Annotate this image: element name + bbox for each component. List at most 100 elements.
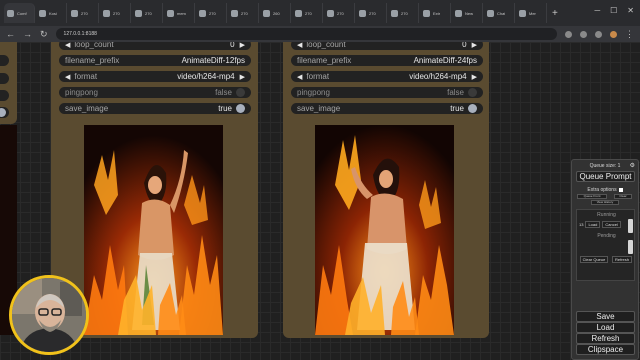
reload-icon[interactable]: ↻ (40, 29, 48, 40)
browser-tab[interactable]: 270 (228, 3, 259, 23)
browser-tab[interactable]: Mer (516, 3, 547, 23)
toggle-knob (468, 104, 477, 113)
increment-arrow-icon[interactable]: ▶ (240, 73, 245, 81)
widget-value: AnimateDiff-24fps (413, 56, 477, 65)
save-button[interactable]: Save (576, 311, 635, 322)
browser-tab[interactable]: 270 (132, 3, 163, 23)
decrement-arrow-icon[interactable]: ◀ (297, 42, 302, 49)
save-image-widget[interactable]: save_image true (59, 103, 251, 114)
filename-prefix-widget[interactable]: filename_prefix AnimateDiff-12fps (59, 55, 251, 66)
increment-arrow-icon[interactable]: ▶ (472, 73, 477, 81)
filename-prefix-widget[interactable]: filename_prefix AnimateDiff-24fps (291, 55, 483, 66)
queue-prompt-button[interactable]: Queue Prompt (576, 171, 635, 182)
scrollbar[interactable] (628, 240, 633, 254)
loop-count-widget[interactable]: ◀ loop_count 0 ▶ (59, 42, 251, 50)
browser-toolbar: ← → ↻ 127.0.0.1:8188 ⋮ (0, 26, 640, 42)
new-tab-icon[interactable]: + (552, 8, 558, 19)
widget-value: false (447, 88, 464, 97)
browser-tab[interactable]: 270 (292, 3, 323, 23)
browser-tab[interactable]: Extr (420, 3, 451, 23)
widget-label: format (306, 72, 330, 81)
maximize-icon[interactable]: ☐ (610, 6, 617, 15)
widget-value: 0 (462, 42, 467, 49)
refresh-button[interactable]: Refresh (576, 333, 635, 344)
forward-icon[interactable]: → (23, 29, 32, 39)
tab-favicon-icon (263, 9, 270, 17)
extension-icon[interactable] (580, 30, 587, 38)
pingpong-widget[interactable]: pingpong false (291, 87, 483, 98)
increment-arrow-icon[interactable]: ▶ (240, 42, 245, 49)
browser-tab[interactable]: Comf (4, 3, 35, 23)
tab-title: 270 (113, 10, 120, 16)
clear-button[interactable]: Clear (614, 194, 632, 199)
tab-title: 270 (81, 10, 88, 16)
minimize-icon[interactable]: ─ (594, 6, 600, 15)
tab-title: 270 (145, 10, 152, 16)
decrement-arrow-icon[interactable]: ◀ (65, 73, 70, 81)
running-item: 13 Load Cancel (579, 220, 626, 229)
browser-tab[interactable]: Chat (484, 3, 515, 23)
tab-title: 260 (273, 10, 280, 16)
refresh-queue-button[interactable]: Refresh (612, 256, 632, 263)
extension-icon[interactable] (595, 30, 602, 38)
browser-tab[interactable]: New (452, 3, 483, 23)
address-bar[interactable]: 127.0.0.1:8188 (55, 28, 557, 40)
close-icon[interactable]: ✕ (627, 6, 634, 15)
decrement-arrow-icon[interactable]: ◀ (297, 73, 302, 81)
browser-tab[interactable]: mem (164, 3, 195, 23)
browser-tab[interactable]: 260 (260, 3, 291, 23)
browser-tab-bar: Comf Kosi 270 270 270 mem 270 270 260 270 270 270 27… (0, 0, 640, 26)
increment-arrow-icon[interactable]: ▶ (472, 42, 477, 49)
tab-title: Mer (529, 10, 536, 16)
save-image-widget[interactable]: save_image true (291, 103, 483, 114)
browser-tab[interactable]: 270 (356, 3, 387, 23)
widget-label: filename_prefix (65, 56, 120, 65)
widget-partial-toggle[interactable] (0, 107, 9, 118)
widget-partial[interactable] (0, 73, 9, 84)
tab-favicon-icon (231, 9, 238, 17)
back-icon[interactable]: ← (6, 29, 15, 39)
loop-count-widget[interactable]: ◀ loop_count 0 ▶ (291, 42, 483, 50)
browser-tab[interactable]: Kosi (36, 3, 67, 23)
node-partial-left[interactable] (0, 42, 17, 124)
queue-front-button[interactable]: Queue Front (577, 194, 607, 199)
widget-partial[interactable] (0, 90, 9, 101)
cancel-running-button[interactable]: Cancel (602, 221, 621, 228)
browser-tab[interactable]: 270 (388, 3, 419, 23)
tab-title: Extr (433, 10, 441, 16)
toggle-knob (236, 104, 245, 113)
browser-tab[interactable]: 270 (100, 3, 131, 23)
load-running-button[interactable]: Load (585, 221, 601, 228)
browser-tab[interactable]: 270 (324, 3, 355, 23)
widget-partial[interactable] (0, 55, 9, 66)
format-widget[interactable]: ◀ format video/h264-mp4 ▶ (59, 71, 251, 82)
decrement-arrow-icon[interactable]: ◀ (65, 42, 70, 49)
browser-tab[interactable]: 270 (68, 3, 99, 23)
menu-icon[interactable]: ⋮ (625, 29, 634, 40)
gear-icon[interactable]: ⚙ (630, 162, 635, 169)
widget-label: pingpong (297, 88, 330, 97)
toggle-knob (0, 108, 6, 117)
clipspace-button[interactable]: Clipspace (576, 344, 635, 355)
tab-favicon-icon (135, 9, 142, 17)
address-url: 127.0.0.1:8188 (63, 31, 97, 37)
tab-favicon-icon (167, 9, 174, 17)
graph-canvas[interactable]: ◀ loop_count 0 ▶ filename_prefix Animate… (0, 42, 640, 360)
extra-options-checkbox[interactable] (618, 187, 623, 192)
widget-label: filename_prefix (297, 56, 352, 65)
extension-icon[interactable] (565, 30, 572, 38)
view-history-button[interactable]: View History (591, 200, 619, 205)
format-widget[interactable]: ◀ format video/h264-mp4 ▶ (291, 71, 483, 82)
video-combine-node-24fps[interactable]: ◀ loop_count 0 ▶ filename_prefix Animate… (283, 42, 489, 338)
browser-tab[interactable]: 270 (196, 3, 227, 23)
scrollbar[interactable] (628, 219, 633, 233)
widget-label: save_image (297, 104, 341, 113)
extra-options-row[interactable]: Extra options (572, 187, 638, 193)
load-button[interactable]: Load (576, 322, 635, 333)
clear-queue-button[interactable]: Clear Queue (580, 256, 608, 263)
queue-size-label: Queue size: 1 (589, 163, 621, 169)
widget-value: 0 (230, 42, 235, 49)
pingpong-widget[interactable]: pingpong false (59, 87, 251, 98)
profile-avatar[interactable] (610, 30, 617, 38)
tab-favicon-icon (71, 9, 78, 17)
